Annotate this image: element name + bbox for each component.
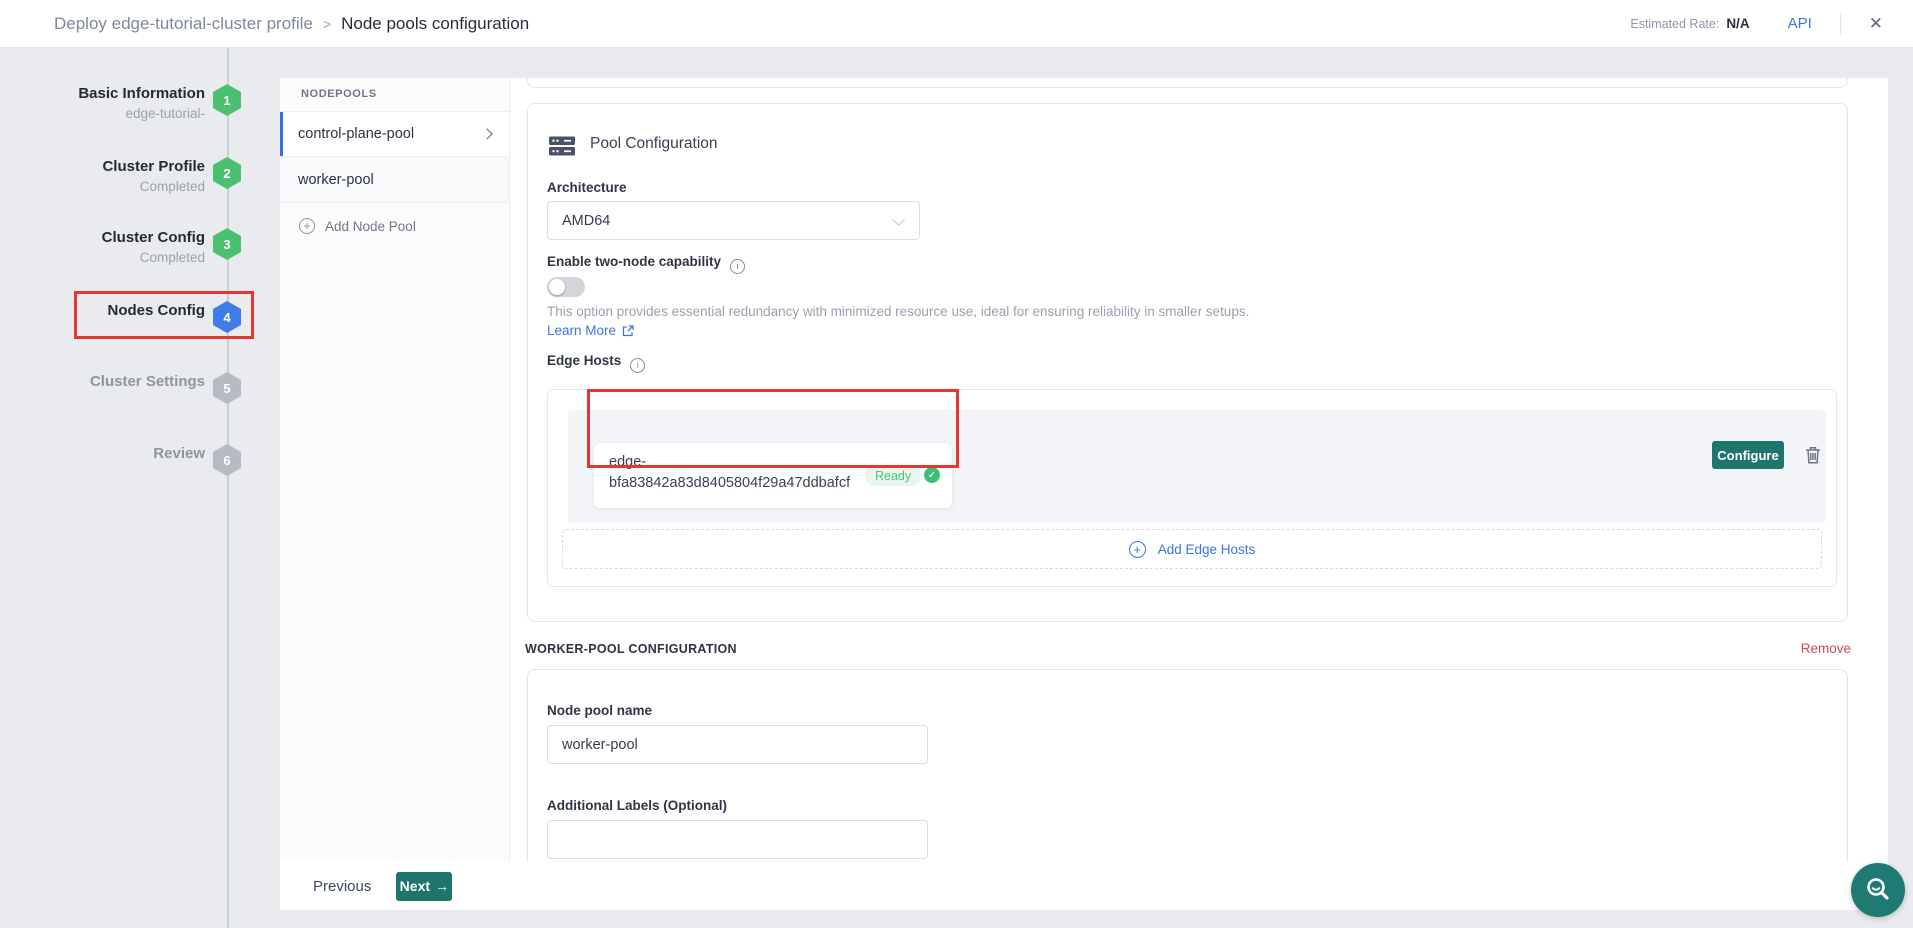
step-sublabel: Completed: [0, 248, 205, 267]
info-icon[interactable]: i: [630, 358, 645, 373]
estimated-rate-value: N/A: [1726, 16, 1749, 31]
edge-host-name-line1: edge-: [609, 454, 646, 470]
status-badge: Ready: [865, 465, 921, 486]
edge-host-row: edge- bfa83842a83d8405804f29a47ddbafcf R…: [568, 410, 1826, 523]
configure-button[interactable]: Configure: [1712, 441, 1784, 469]
check-circle-icon: ✓: [924, 467, 940, 483]
stepper-step-cluster-config[interactable]: Cluster Config Completed: [0, 228, 205, 267]
stepper-step-cluster-settings[interactable]: Cluster Settings: [0, 372, 205, 391]
delete-edge-host-button[interactable]: [1804, 446, 1822, 465]
two-node-toggle[interactable]: [547, 277, 585, 297]
step-badge-2: 2: [213, 157, 241, 189]
worker-pool-card: Node pool name Additional Labels (Option…: [527, 669, 1848, 862]
add-node-pool-button[interactable]: + Add Node Pool: [280, 203, 509, 249]
configure-label: Configure: [1717, 448, 1778, 463]
header-divider: [1840, 13, 1841, 35]
magnifier-smile-icon: [1863, 875, 1893, 905]
edge-hosts-row: Edge Hosts i: [547, 352, 645, 373]
step-label: Cluster Config: [0, 228, 205, 247]
chevron-right-icon: [481, 128, 492, 139]
info-icon[interactable]: i: [730, 259, 745, 274]
step-label: Nodes Config: [0, 301, 205, 320]
next-label: Next: [400, 878, 430, 894]
architecture-label: Architecture: [547, 180, 627, 195]
nodepool-item-label: control-plane-pool: [298, 126, 414, 142]
breadcrumb: Deploy edge-tutorial-cluster profile > N…: [54, 14, 529, 34]
architecture-select[interactable]: AMD64: [547, 201, 920, 240]
pool-configuration-title: Pool Configuration: [590, 135, 718, 153]
step-sublabel: edge-tutorial-: [0, 104, 205, 123]
step-label: Basic Information: [0, 84, 205, 103]
wizard-footer: Previous Next →: [280, 862, 1888, 910]
app-header: Deploy edge-tutorial-cluster profile > N…: [0, 0, 1913, 48]
add-edge-hosts-button[interactable]: + Add Edge Hosts: [562, 529, 1822, 569]
stepper-step-basic-information[interactable]: Basic Information edge-tutorial-: [0, 84, 205, 123]
additional-labels-label: Additional Labels (Optional): [547, 798, 727, 813]
nodepool-item-worker-pool[interactable]: worker-pool: [280, 157, 509, 203]
estimated-rate-label: Estimated Rate:: [1630, 17, 1719, 31]
help-search-bubble[interactable]: [1851, 863, 1905, 917]
external-link-icon: [622, 325, 634, 337]
node-pools-content: Pool Configuration Architecture AMD64 En…: [510, 78, 1888, 910]
node-pool-name-input[interactable]: [547, 725, 928, 764]
step-badge-5: 5: [213, 372, 241, 404]
step-label: Cluster Profile: [0, 157, 205, 176]
nodepool-item-control-plane-pool[interactable]: control-plane-pool: [280, 111, 509, 157]
learn-more-label: Learn More: [547, 323, 616, 338]
close-icon[interactable]: ✕: [1869, 15, 1883, 32]
next-button[interactable]: Next →: [396, 872, 452, 901]
edge-hosts-label: Edge Hosts: [547, 353, 621, 368]
selected-indicator-bar: [280, 112, 283, 156]
architecture-value: AMD64: [562, 213, 610, 229]
nodepools-title: NODEPOOLS: [301, 88, 377, 100]
step-badge-4: 4: [213, 301, 241, 333]
step-sublabel: Completed: [0, 177, 205, 196]
step-label: Review: [0, 444, 205, 463]
step-badge-6: 6: [213, 444, 241, 476]
remove-pool-link[interactable]: Remove: [1801, 641, 1851, 656]
edge-host-name-line2: bfa83842a83d8405804f29a47ddbafcf: [609, 475, 850, 491]
server-stack-icon: [548, 134, 576, 158]
add-edge-hosts-label: Add Edge Hosts: [1158, 542, 1256, 557]
two-node-label: Enable two-node capability: [547, 254, 721, 269]
two-node-row: Enable two-node capability i: [547, 253, 745, 274]
edge-host-card[interactable]: edge- bfa83842a83d8405804f29a47ddbafcf R…: [594, 443, 952, 508]
previous-button[interactable]: Previous: [313, 878, 371, 895]
additional-labels-input[interactable]: [547, 820, 928, 859]
node-pool-name-label: Node pool name: [547, 703, 652, 718]
page-title: Node pools configuration: [341, 14, 529, 34]
edge-hosts-box: edge- bfa83842a83d8405804f29a47ddbafcf R…: [547, 389, 1837, 587]
step-badge-3: 3: [213, 228, 241, 260]
plus-circle-icon: +: [299, 218, 315, 234]
previous-card-edge: [527, 78, 1848, 88]
stepper-step-review[interactable]: Review: [0, 444, 205, 463]
nodepools-sidebar: NODEPOOLS control-plane-pool worker-pool…: [280, 78, 510, 910]
step-badge-1: 1: [213, 84, 241, 116]
learn-more-link[interactable]: Learn More: [547, 323, 634, 338]
previous-label: Previous: [313, 878, 371, 895]
arrow-right-icon: →: [435, 878, 449, 894]
add-node-pool-label: Add Node Pool: [325, 219, 416, 234]
chevron-down-icon: [892, 213, 905, 226]
two-node-description: This option provides essential redundanc…: [547, 304, 1249, 319]
plus-circle-icon: +: [1129, 541, 1146, 558]
breadcrumb-deploy-profile[interactable]: Deploy edge-tutorial-cluster profile: [54, 14, 313, 34]
toggle-knob: [549, 279, 565, 295]
nodepool-item-label: worker-pool: [298, 172, 374, 188]
step-label: Cluster Settings: [0, 372, 205, 391]
pool-configuration-card: Pool Configuration Architecture AMD64 En…: [527, 103, 1848, 622]
breadcrumb-separator: >: [323, 16, 331, 32]
worker-pool-section-title: WORKER-POOL CONFIGURATION: [525, 642, 737, 656]
trash-icon: [1805, 446, 1821, 464]
stepper-step-nodes-config[interactable]: Nodes Config: [0, 301, 205, 320]
api-link[interactable]: API: [1788, 15, 1812, 32]
stepper-step-cluster-profile[interactable]: Cluster Profile Completed: [0, 157, 205, 196]
